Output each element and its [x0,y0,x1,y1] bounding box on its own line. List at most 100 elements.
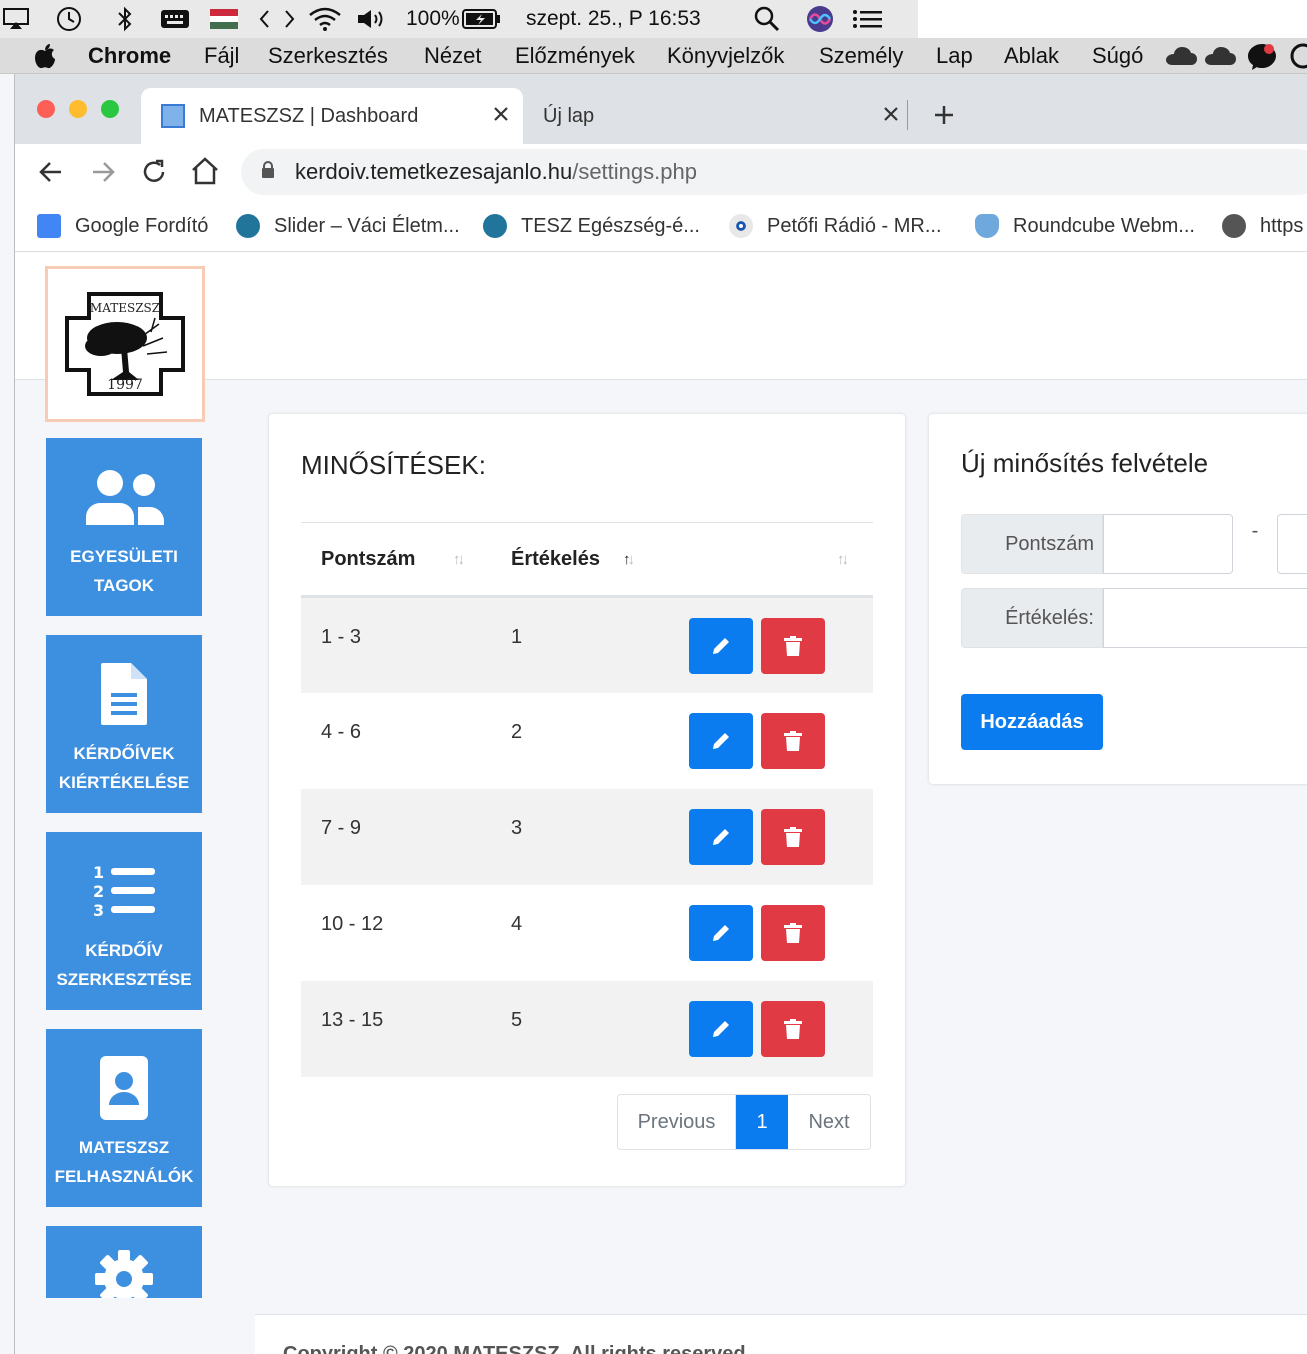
menu-help[interactable]: Súgó [1092,38,1143,74]
nav-settings[interactable] [46,1226,202,1298]
bookmark-slider[interactable]: Slider – Váci Életm... [236,200,460,252]
time-machine-icon[interactable] [54,0,84,38]
bookmark-petofi[interactable]: Petőfi Rádió - MR... [729,200,942,252]
tab-strip: MATESZSZ | Dashboard Új lap [15,74,1307,144]
edit-button[interactable] [689,808,753,865]
table-row: 7 - 9 3 [301,788,873,885]
bookmarks-bar: Google Fordító Slider – Váci Életm... TE… [15,200,1307,252]
cell-rating: 2 [511,720,523,743]
tab-new[interactable]: Új lap [527,88,907,144]
bluetooth-icon[interactable] [116,0,134,38]
menu-view[interactable]: Nézet [424,38,481,74]
delete-button[interactable] [761,618,825,674]
volume-icon[interactable] [356,0,388,38]
delete-button[interactable] [761,712,825,769]
nav-users[interactable]: MATESZSZ FELHASZNÁLÓK [46,1029,202,1207]
lock-icon[interactable] [261,159,275,185]
address-bar[interactable]: kerdoiv.temetkezesajanlo.hu/settings.php [241,149,1307,195]
svg-text:3: 3 [93,901,104,920]
cell-score: 4 - 6 [321,720,362,743]
nav-members[interactable]: EGYESÜLETI TAGOK [46,438,202,616]
menu-window[interactable]: Ablak [1004,38,1059,74]
menu-chrome[interactable]: Chrome [88,38,171,74]
pagination-next[interactable]: Next [788,1095,870,1149]
maximize-window-button[interactable] [101,100,119,118]
cloud-icon-2[interactable] [1203,38,1237,74]
table-row: 13 - 15 5 [301,980,873,1077]
minimize-window-button[interactable] [69,100,87,118]
menu-edit[interactable]: Szerkesztés [268,38,388,74]
page-footer: Copyright © 2020 MATESZSZ. All rights re… [255,1314,1307,1354]
nav-survey-editor[interactable]: 123 KÉRDŐÍV SZERKESZTÉSE [46,832,202,1010]
column-header-actions[interactable]: ↑↓ [671,522,873,598]
pagination-page-1[interactable]: 1 [736,1095,788,1149]
column-header-rating[interactable]: Értékelés ↑↓ [491,522,671,598]
spotlight-search-icon[interactable] [754,0,780,38]
table-row: 4 - 6 2 [301,693,873,789]
menu-tab[interactable]: Lap [936,38,973,74]
bookmark-google-translate[interactable]: Google Fordító [37,200,208,252]
mateszsz-logo[interactable]: MATESZSZ 1997 [45,266,205,422]
url-host: kerdoiv.temetkezesajanlo.hu [295,159,573,184]
airplay-icon[interactable] [2,0,30,38]
pagination-previous[interactable]: Previous [618,1095,736,1149]
menu-person[interactable]: Személy [819,38,903,74]
sort-icon[interactable]: ↑↓ [837,551,849,568]
footer-copyright: Copyright © 2020 MATESZSZ. All rights re… [283,1343,752,1354]
new-tab-icon[interactable] [933,104,955,131]
column-header-score[interactable]: Pontszám ↑↓ [301,522,491,598]
tab-dashboard[interactable]: MATESZSZ | Dashboard [141,88,523,144]
menu-bookmarks[interactable]: Könyvjelzők [667,38,784,74]
delete-button[interactable] [761,808,825,865]
cloud-icon[interactable] [1164,38,1198,74]
logo-year: 1997 [107,377,143,393]
hungarian-flag-icon[interactable] [210,0,238,38]
notification-center-icon[interactable] [852,0,884,38]
edit-button[interactable] [689,1000,753,1057]
roundcube-icon [975,214,999,238]
clock-datetime[interactable]: szept. 25., P 16:53 [526,0,701,38]
menu-file[interactable]: Fájl [204,38,239,74]
edit-button[interactable] [689,904,753,961]
apple-icon[interactable] [34,38,56,74]
edit-button[interactable] [689,618,753,674]
messenger-icon[interactable] [1246,38,1278,74]
wifi-icon[interactable] [308,0,342,38]
bookmark-roundcube[interactable]: Roundcube Webm... [975,200,1195,252]
nav-label-line2: SZERKESZTÉSE [56,970,192,989]
nav-label-line2: FELHASZNÁLÓK [54,1167,194,1186]
cell-actions [671,788,873,885]
keyboard-icon[interactable] [160,0,190,38]
score-to-input[interactable] [1277,514,1307,574]
close-tab-icon[interactable] [493,105,509,128]
bookmark-https[interactable]: https [1222,200,1303,252]
delete-button[interactable] [761,1000,825,1057]
battery-icon[interactable] [462,0,502,38]
menu-history[interactable]: Előzmények [515,38,635,74]
user-badge-icon [99,1055,149,1121]
nav-survey-evaluation[interactable]: KÉRDŐÍVEK KIÉRTÉKELÉSE [46,635,202,813]
cell-rating: 5 [491,980,671,1077]
menu-extra-icon[interactable] [1290,38,1307,74]
bookmark-label: Roundcube Webm... [1013,214,1195,237]
delete-button[interactable] [761,904,825,961]
close-tab-icon[interactable] [883,105,899,128]
siri-icon[interactable] [806,0,834,38]
reload-icon[interactable] [139,157,169,192]
trash-icon [784,922,802,943]
rating-input[interactable] [1103,588,1307,648]
bookmark-label: https [1260,214,1304,237]
close-window-button[interactable] [37,100,55,118]
back-icon[interactable] [37,158,65,191]
nav-label-line1: KÉRDŐÍVEK [73,744,175,763]
score-from-input[interactable] [1103,514,1233,574]
code-brackets-icon[interactable] [258,0,296,38]
gear-icon [93,1248,155,1298]
sort-icon[interactable]: ↑↓ [453,551,465,568]
forward-icon[interactable] [89,158,117,191]
edit-button[interactable] [689,712,753,769]
add-button[interactable]: Hozzáadás [961,694,1103,750]
home-icon[interactable] [190,156,220,191]
sort-asc-icon[interactable]: ↑↓ [623,551,635,568]
bookmark-tesz[interactable]: TESZ Egészség-é... [483,200,700,252]
